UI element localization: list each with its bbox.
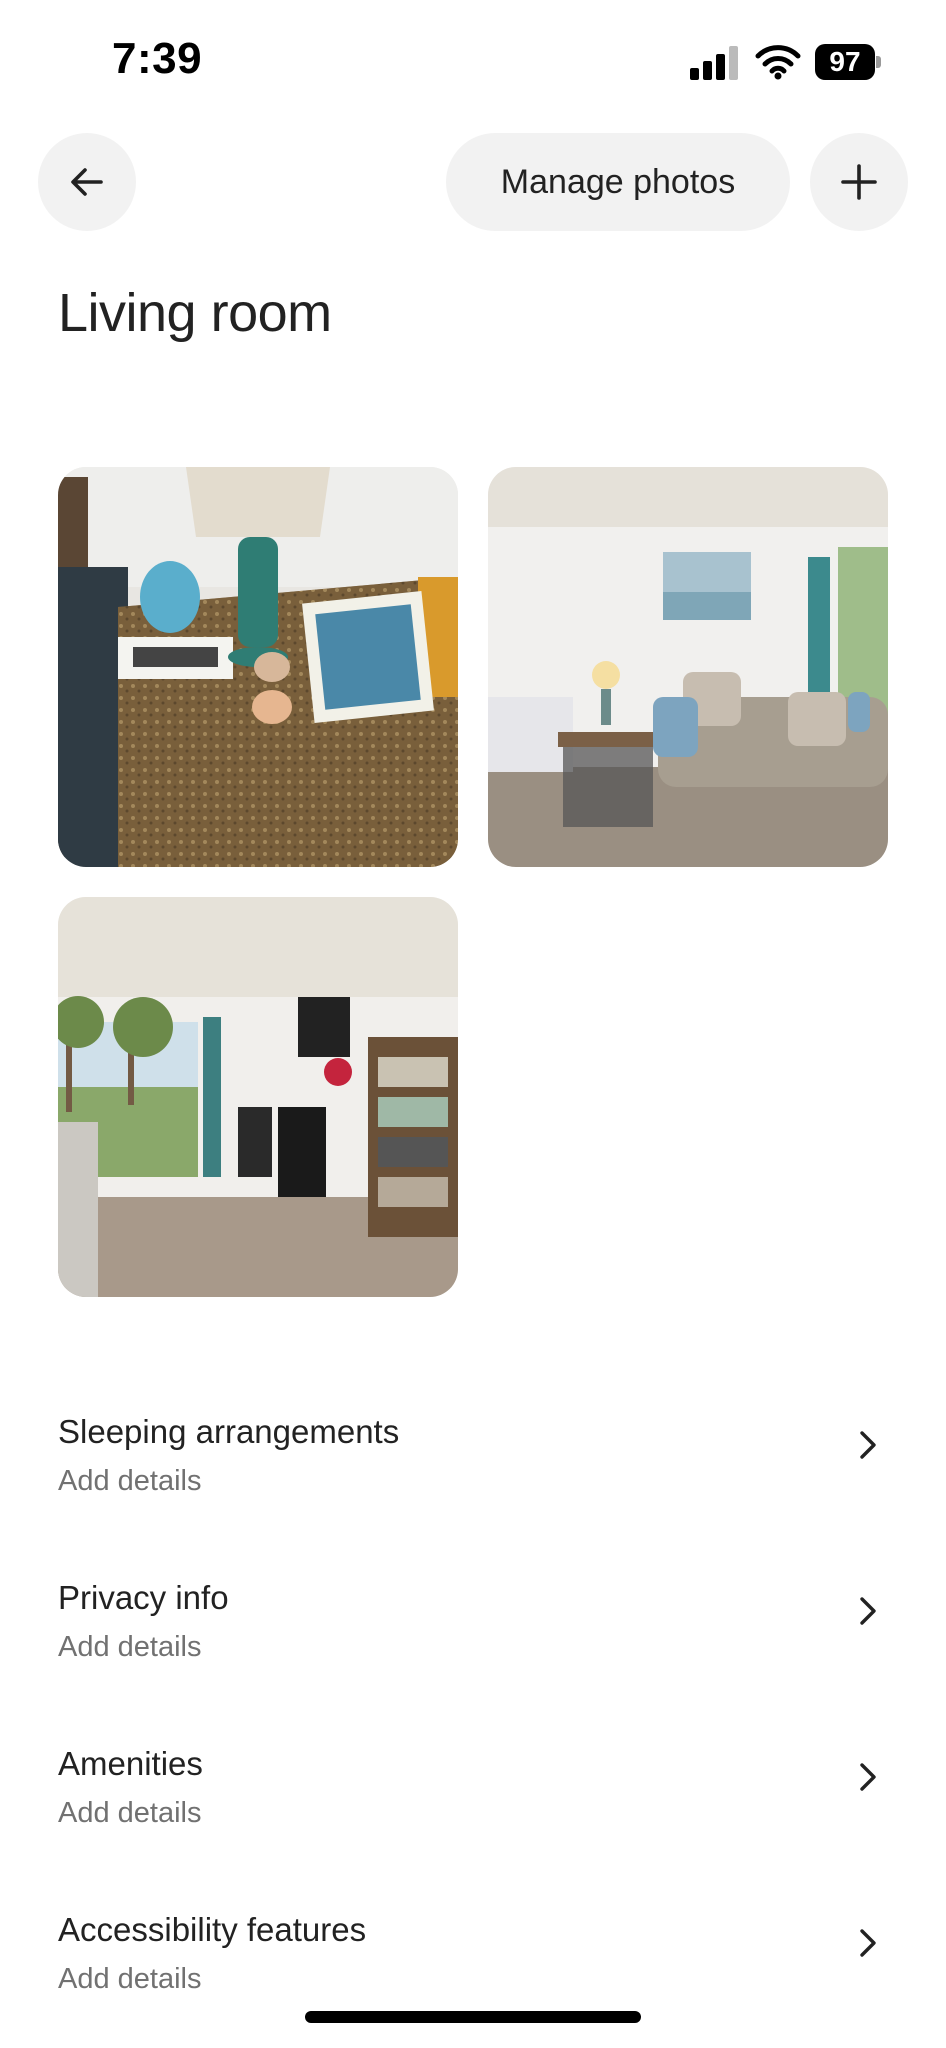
home-indicator <box>305 2011 641 2023</box>
chevron-right-icon <box>860 1763 876 1791</box>
room-photo[interactable] <box>58 897 458 1297</box>
room-photo[interactable] <box>58 467 458 867</box>
room-photo[interactable] <box>488 467 888 867</box>
arrow-left-icon <box>71 168 103 196</box>
wifi-icon <box>755 44 801 80</box>
battery-icon: 97 <box>815 44 881 80</box>
cellular-signal-icon <box>690 46 740 80</box>
row-title: Amenities <box>58 1745 203 1782</box>
row-title: Sleeping arrangements <box>58 1413 400 1450</box>
add-photo-button[interactable] <box>810 133 908 231</box>
back-button[interactable] <box>38 133 136 231</box>
plus-icon <box>841 164 877 200</box>
status-time: 7:39 <box>112 34 203 83</box>
row-sleeping-arrangements[interactable]: Sleeping arrangements Add details <box>58 1413 888 1533</box>
row-subtitle: Add details <box>58 1797 202 1829</box>
chevron-right-icon <box>860 1929 876 1957</box>
status-bar: 7:39 97 <box>0 0 946 120</box>
battery-level: 97 <box>815 44 875 80</box>
row-subtitle: Add details <box>58 1963 202 1995</box>
page-title: Living room <box>58 283 332 343</box>
row-subtitle: Add details <box>58 1631 202 1663</box>
chevron-right-icon <box>860 1597 876 1625</box>
row-title: Privacy info <box>58 1579 229 1616</box>
row-privacy-info[interactable]: Privacy info Add details <box>58 1579 888 1699</box>
manage-photos-button[interactable]: Manage photos <box>446 133 790 231</box>
row-subtitle: Add details <box>58 1465 202 1497</box>
chevron-right-icon <box>860 1431 876 1459</box>
row-amenities[interactable]: Amenities Add details <box>58 1745 888 1865</box>
row-title: Accessibility features <box>58 1911 367 1948</box>
